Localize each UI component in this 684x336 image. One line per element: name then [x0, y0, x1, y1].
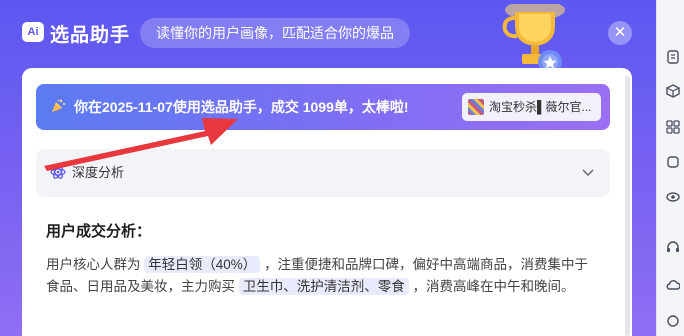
analysis-text-3: ，消费高峰在中午和晚间。	[412, 279, 575, 294]
analysis-text-1: 用户核心人群为	[46, 257, 141, 272]
file-icon[interactable]	[666, 50, 680, 64]
right-sidebar	[656, 0, 684, 336]
card-scrollbar[interactable]	[625, 76, 630, 336]
box-icon[interactable]	[666, 155, 680, 169]
tagline-pill: 读懂你的用户画像，匹配适合你的爆品	[140, 18, 410, 48]
headset-icon[interactable]	[666, 240, 680, 254]
party-popper-icon	[52, 99, 65, 112]
app-logo-icon: Ai	[22, 22, 44, 42]
store-chip[interactable]: 淘宝秒杀▌薇尔官...	[462, 93, 601, 121]
grid-icon[interactable]	[666, 120, 680, 134]
eye-icon[interactable]	[666, 190, 680, 204]
analysis-title: 用户成交分析：	[46, 223, 152, 240]
deep-analysis-label: 深度分析	[72, 165, 125, 180]
highlight-tag-products: 卫生巾、洗护清洁剂、零食	[238, 278, 409, 295]
highlight-tag-audience: 年轻白领（40%）	[144, 256, 261, 273]
atom-icon	[50, 165, 66, 179]
trophy-icon	[502, 4, 565, 74]
chevron-down-icon[interactable]	[581, 165, 595, 179]
link-icon[interactable]	[666, 314, 680, 328]
cloud-icon[interactable]	[666, 278, 680, 292]
store-thumbnail	[468, 99, 484, 115]
store-name: 淘宝秒杀▌薇尔官...	[489, 100, 592, 114]
banner-text: 你在2025-11-07使用选品助手，成交 1099单，太棒啦!	[74, 99, 409, 115]
app-title: 选品助手	[50, 25, 131, 46]
analysis-paragraph: 用户核心人群为 年轻白领（40%） ，注重便捷和品牌口碑，偏好中高端商品，消费集…	[46, 254, 596, 298]
close-button[interactable]: ✕	[608, 21, 632, 45]
cube-icon[interactable]	[666, 84, 680, 98]
